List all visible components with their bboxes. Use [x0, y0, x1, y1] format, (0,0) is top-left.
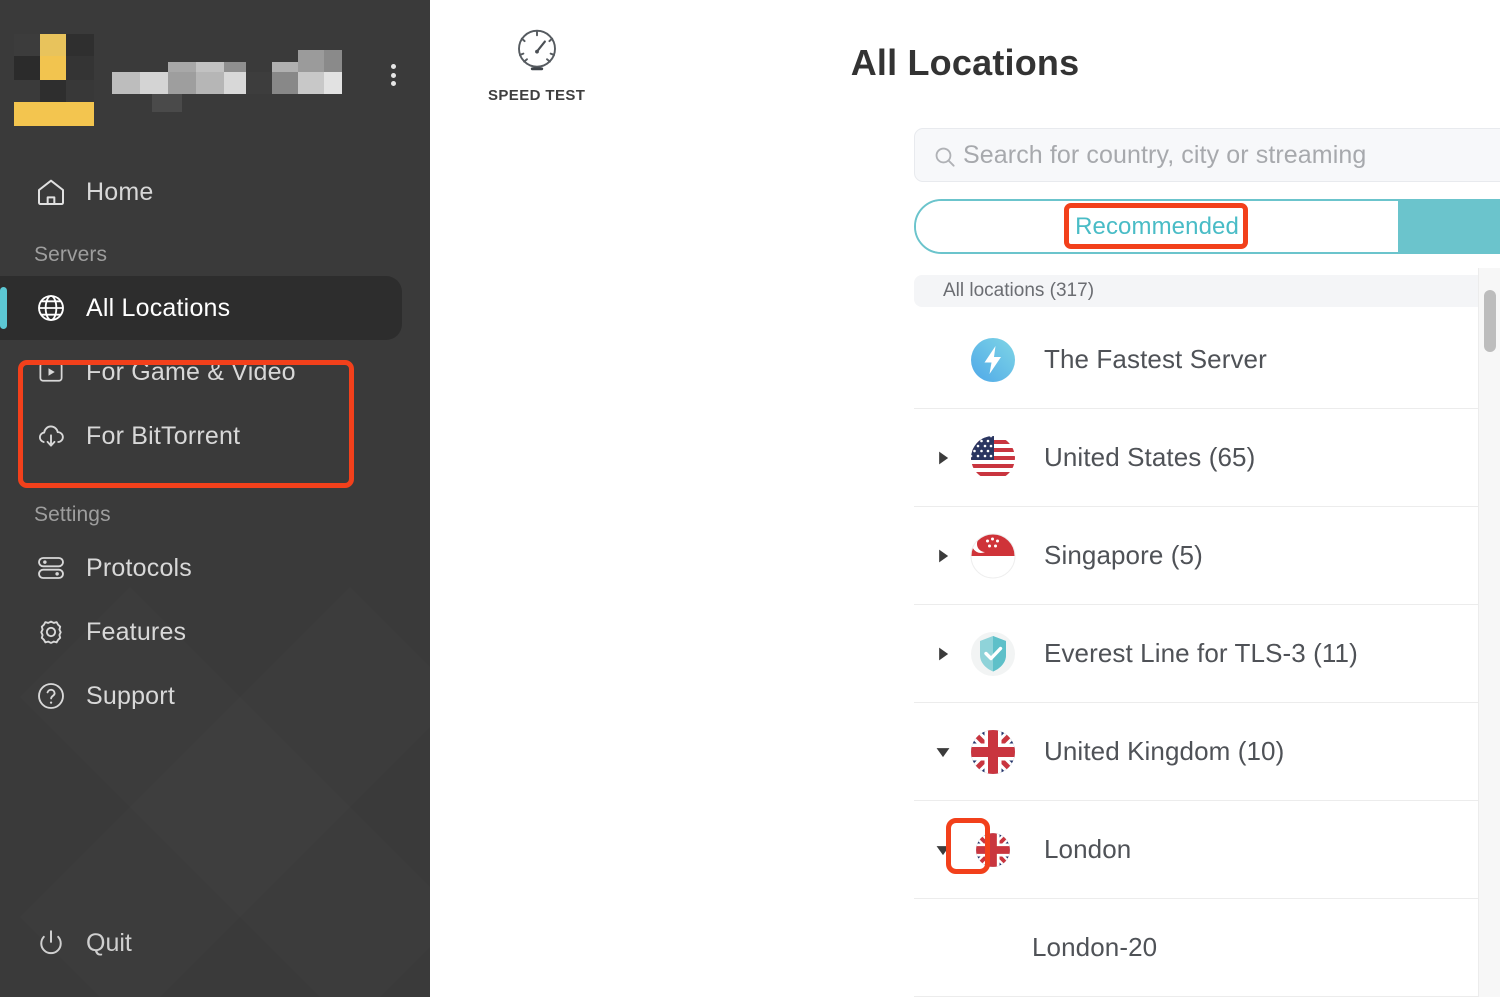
app-logo-pixelated	[14, 34, 94, 126]
cloud-download-icon	[34, 419, 68, 453]
question-circle-icon	[34, 679, 68, 713]
sidebar-item-label: Quit	[86, 928, 132, 957]
main-header: SPEED TEST All Locations	[430, 0, 1500, 118]
tab-all-locations[interactable]: All Locations	[1398, 201, 1500, 252]
sliders-icon	[34, 551, 68, 585]
expand-caret-collapsed-icon[interactable]	[930, 547, 956, 565]
sidebar-item-all-locations[interactable]: All Locations	[0, 276, 402, 340]
gear-icon	[34, 615, 68, 649]
main-panel: SPEED TEST All Locations Search for coun…	[430, 0, 1500, 997]
row-label: London-20	[1032, 932, 1158, 962]
sidebar-item-label: Home	[86, 177, 154, 206]
list-group-header: All locations (317)	[914, 275, 1500, 307]
sidebar-item-features[interactable]: Features	[0, 600, 402, 664]
sidebar-item-quit[interactable]: Quit	[0, 919, 430, 967]
table-row[interactable]: Everest Line for TLS-3 (11)	[914, 605, 1500, 703]
row-label: London	[1044, 834, 1132, 864]
fastest-server-bolt-icon	[966, 333, 1020, 387]
table-row[interactable]: The Fastest Server	[914, 311, 1500, 409]
scrollbar-thumb[interactable]	[1484, 290, 1496, 352]
table-row[interactable]: United Kingdom (10)	[914, 703, 1500, 801]
row-label: United Kingdom (10)	[1044, 736, 1285, 766]
sidebar-item-label: Protocols	[86, 553, 193, 582]
sidebar: Home Servers All Locations For Game & Vi…	[0, 0, 430, 997]
sidebar-section-settings: Settings	[34, 503, 111, 526]
expand-caret-collapsed-icon[interactable]	[930, 645, 956, 663]
search-input[interactable]: Search for country, city or streaming	[914, 128, 1500, 182]
play-square-icon	[34, 355, 68, 389]
table-row[interactable]: Singapore (5)	[914, 507, 1500, 605]
flag-us-icon	[966, 431, 1020, 485]
shield-check-icon	[966, 627, 1020, 681]
sidebar-item-label: For BitTorrent	[86, 421, 241, 450]
search-icon	[932, 144, 958, 175]
table-row[interactable]: London	[914, 801, 1500, 899]
kebab-menu-icon[interactable]	[382, 60, 404, 90]
table-row[interactable]: United States (65)	[914, 409, 1500, 507]
scrollbar-track[interactable]	[1478, 268, 1500, 997]
flag-sg-icon	[966, 529, 1020, 583]
expand-caret-expanded-icon[interactable]	[930, 743, 956, 761]
row-label: The Fastest Server	[1044, 344, 1267, 374]
sidebar-item-label: Features	[86, 617, 187, 646]
sidebar-item-label: For Game & Video	[86, 357, 296, 386]
sidebar-section-servers: Servers	[34, 243, 108, 266]
sidebar-item-for-bittorrent[interactable]: For BitTorrent	[0, 404, 402, 468]
locations-list: The Fastest Server United States (65) Si…	[914, 311, 1500, 997]
location-tabs: Recommended All Locations	[914, 199, 1500, 254]
sidebar-item-home[interactable]: Home	[0, 160, 402, 224]
flag-gb-icon	[966, 725, 1020, 779]
table-row[interactable]: London-20	[914, 899, 1500, 997]
speed-test-label: SPEED TEST	[488, 87, 586, 104]
globe-icon	[34, 291, 68, 325]
sidebar-item-protocols[interactable]: Protocols	[0, 536, 402, 600]
tab-recommended[interactable]: Recommended	[916, 201, 1398, 252]
row-label: United States (65)	[1044, 442, 1256, 472]
sidebar-item-label: All Locations	[86, 293, 231, 322]
sidebar-item-for-game-and-video[interactable]: For Game & Video	[0, 340, 402, 404]
row-label: Everest Line for TLS-3 (11)	[1044, 638, 1358, 668]
power-icon	[34, 926, 68, 960]
expand-caret-expanded-icon[interactable]	[930, 841, 956, 859]
brand-row	[0, 0, 430, 160]
flag-gb-small-icon	[966, 823, 1020, 877]
vpn-client-window: Home Servers All Locations For Game & Vi…	[0, 0, 1500, 997]
app-name-pixelated	[112, 50, 342, 112]
sidebar-item-label: Support	[86, 681, 175, 710]
sidebar-item-support[interactable]: Support	[0, 664, 402, 728]
search-placeholder: Search for country, city or streaming	[963, 140, 1367, 169]
page-title: All Locations	[850, 42, 1080, 83]
expand-caret-collapsed-icon[interactable]	[930, 449, 956, 467]
row-label: Singapore (5)	[1044, 540, 1203, 570]
home-icon	[34, 175, 68, 209]
